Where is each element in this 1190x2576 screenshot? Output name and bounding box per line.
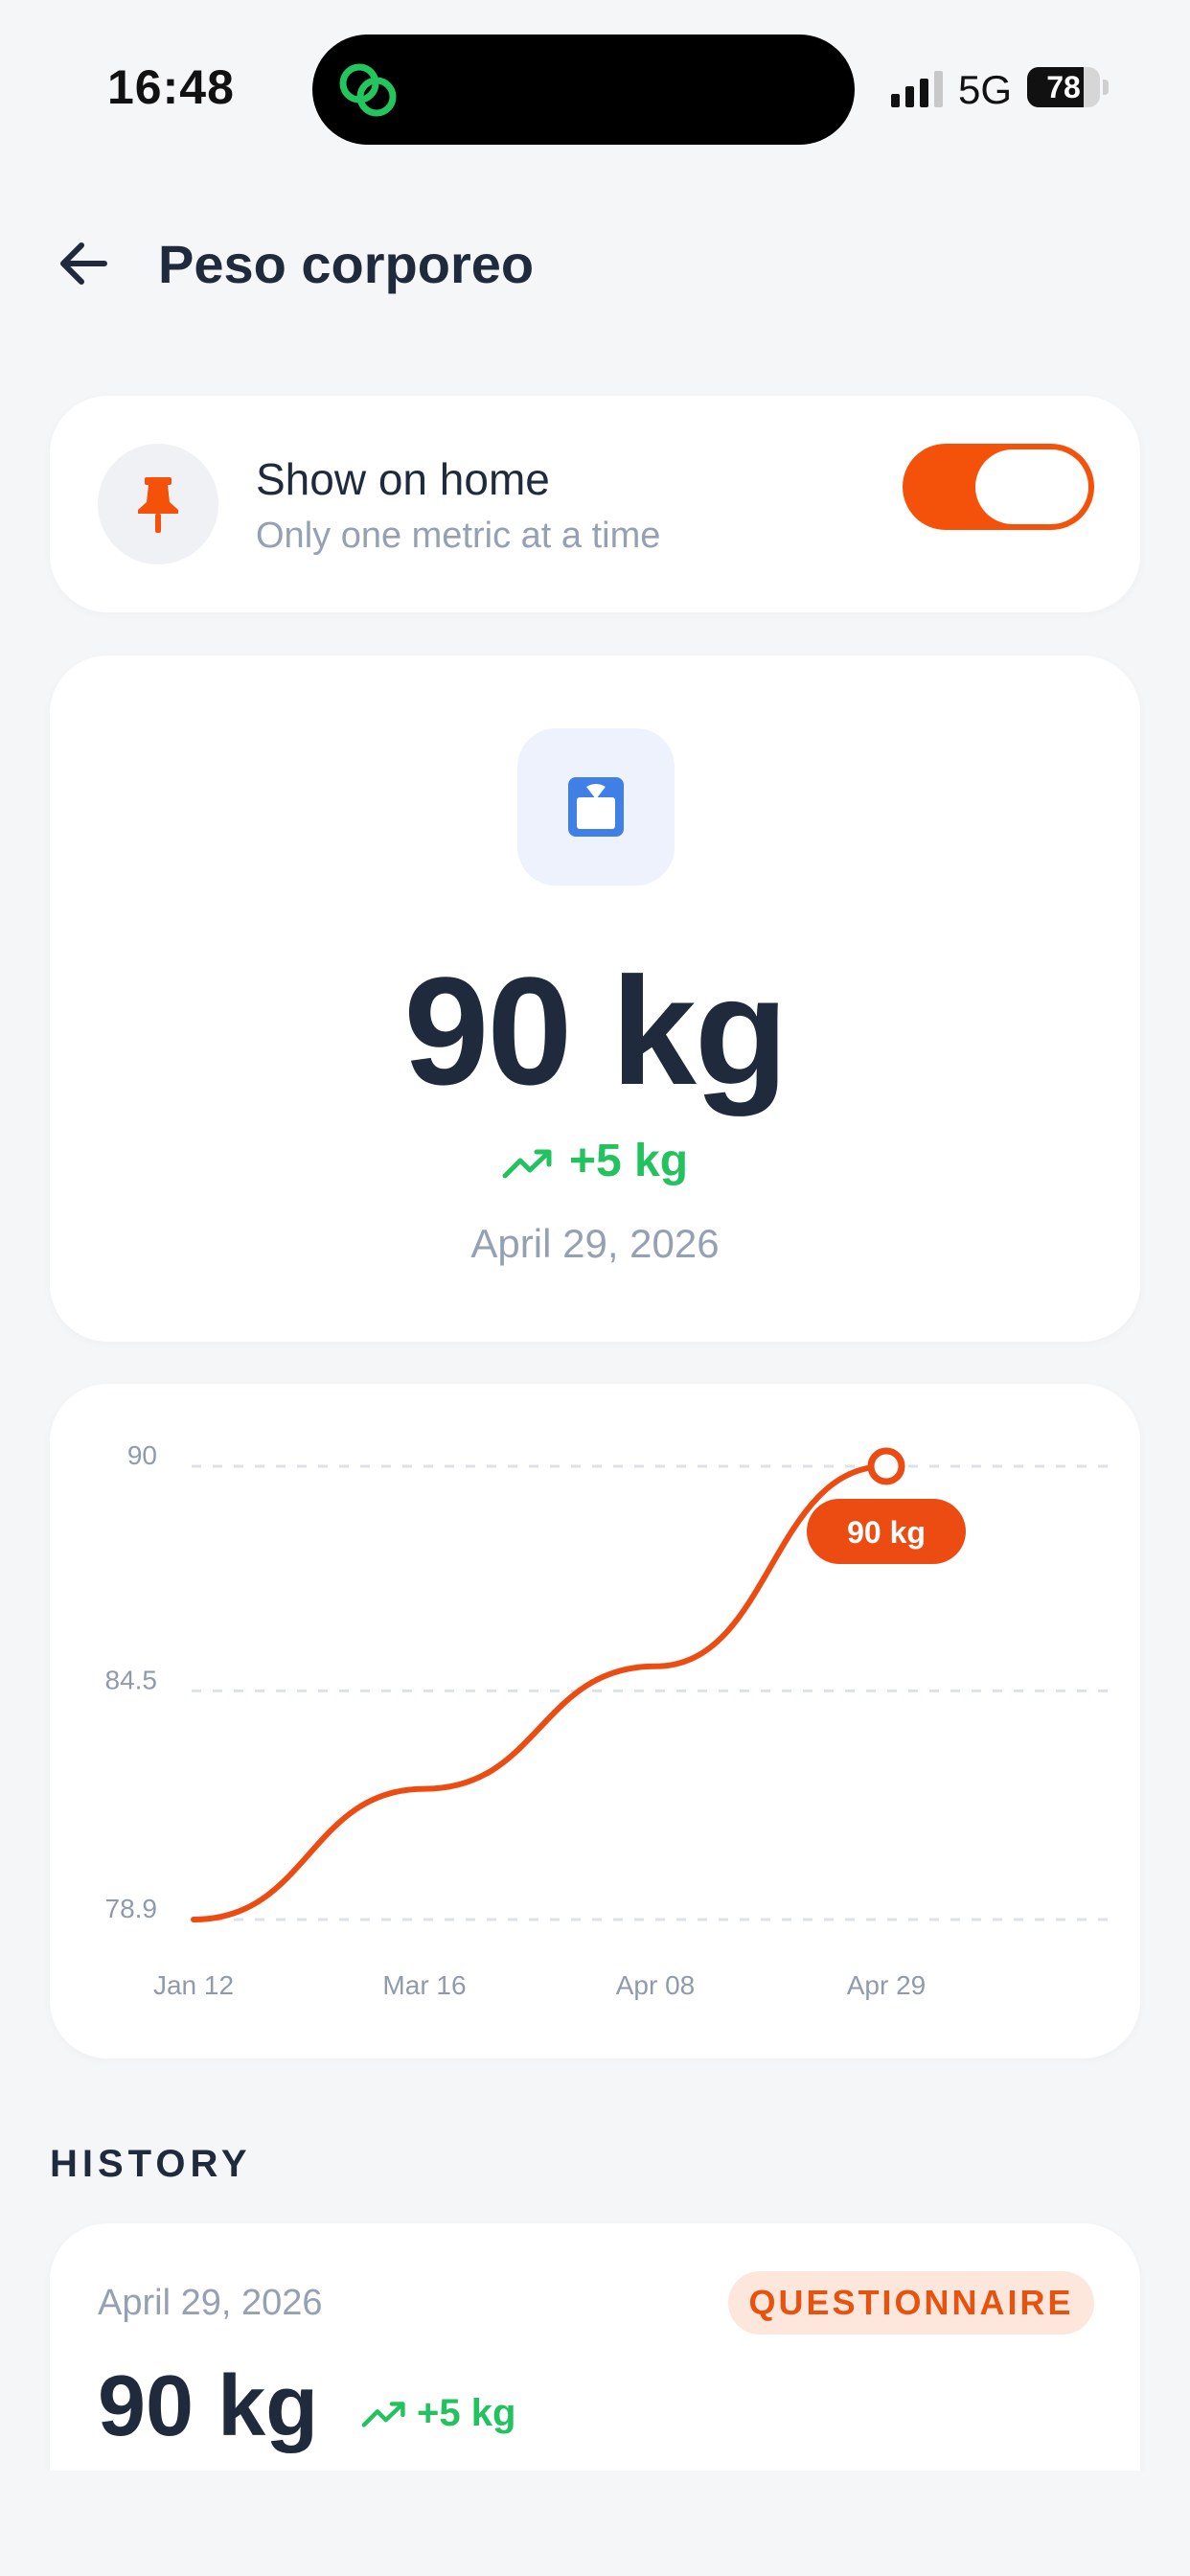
battery-icon: 78 — [1027, 67, 1109, 107]
show-on-home-subtitle: Only one metric at a time — [256, 516, 661, 556]
measurement-date: April 29, 2026 — [470, 1221, 720, 1266]
current-weight-card: 90 kg +5 kg April 29, 2026 — [50, 656, 1140, 1342]
weight-delta: +5 kg — [50, 1135, 1140, 1187]
series-line — [191, 1463, 889, 1922]
page-header: Peso corporeo — [0, 206, 1190, 321]
show-on-home-title: Show on home — [256, 454, 550, 504]
y-tick-label: 90 — [127, 1440, 157, 1470]
x-tick-label: Apr 08 — [616, 1970, 696, 2000]
dynamic-island — [312, 34, 855, 145]
link-rings-icon — [339, 63, 397, 117]
x-tick-label: Mar 16 — [382, 1970, 466, 2000]
scale-icon — [568, 777, 624, 837]
screen: 16:48 5G 78 Peso corporeo Show on home O… — [0, 0, 1190, 2576]
y-tick-label: 84.5 — [105, 1665, 158, 1694]
current-weight-value: 90 kg — [403, 945, 788, 1116]
x-tick-label: Jan 12 — [153, 1970, 234, 2000]
page-title: Peso corporeo — [158, 234, 535, 294]
value-tooltip: 90 kg — [807, 1499, 966, 1564]
trending-up-icon — [502, 1149, 552, 1179]
trending-up-icon — [361, 2402, 405, 2427]
source-badge: QUESTIONNAIRE — [728, 2271, 1094, 2334]
history-entry-delta-text: +5 kg — [417, 2392, 516, 2434]
scale-icon-container — [517, 728, 675, 886]
show-on-home-toggle[interactable] — [903, 444, 1094, 530]
history-entry-value: 90 kg — [98, 2358, 319, 2454]
highlight-point — [867, 1447, 905, 1485]
toggle-knob — [975, 449, 1088, 524]
pin-icon — [138, 477, 178, 533]
show-on-home-card: Show on home Only one metric at a time — [50, 396, 1140, 612]
history-section-title: HISTORY — [50, 2143, 252, 2185]
bottom-fade — [0, 2471, 1190, 2576]
status-bar: 16:48 5G 78 — [0, 0, 1190, 172]
y-tick-label: 78.9 — [105, 1894, 158, 1923]
tooltip-label: 90 kg — [847, 1515, 926, 1550]
pin-icon-container — [98, 444, 218, 564]
x-tick-label: Apr 29 — [847, 1970, 927, 2000]
history-entry-delta: +5 kg — [361, 2392, 515, 2435]
network-type: 5G — [958, 67, 1013, 112]
weight-line-chart[interactable]: 78.9 84.5 90 Jan 12 Mar 16 Apr 08 Apr 29 90 kg — [50, 1384, 1140, 2058]
back-button[interactable] — [50, 230, 117, 297]
weight-chart-card: 78.9 84.5 90 Jan 12 Mar 16 Apr 08 Apr 29 90 kg — [50, 1384, 1140, 2058]
arrow-left-icon — [60, 242, 107, 285]
history-entry-date: April 29, 2026 — [98, 2283, 323, 2323]
weight-delta-text: +5 kg — [568, 1136, 689, 1186]
battery-level: 78 — [1046, 70, 1081, 104]
signal-icon — [891, 71, 943, 107]
status-time: 16:48 — [107, 60, 235, 114]
